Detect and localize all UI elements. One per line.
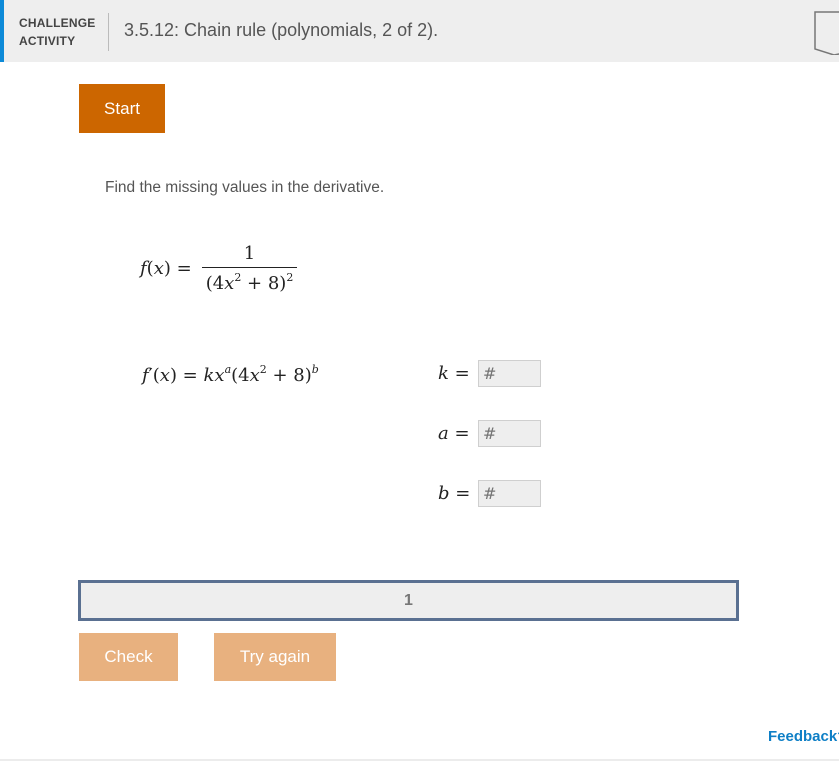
b-input[interactable] xyxy=(478,480,541,507)
exponent-b: b xyxy=(311,363,319,376)
answer-row-b: b = xyxy=(438,480,541,507)
question-prompt: Find the missing values in the derivativ… xyxy=(105,179,385,196)
activity-type-line1: CHALLENGE xyxy=(19,16,96,30)
exponent-a: a xyxy=(224,363,232,376)
k-input[interactable] xyxy=(478,360,541,387)
answer-label-k: k = xyxy=(438,363,470,384)
answer-row-a: a = xyxy=(438,420,541,447)
progress-bar: 1 xyxy=(78,580,739,621)
feedback-link[interactable]: Feedback? xyxy=(768,728,839,745)
derivative-inner-exponent: 2 xyxy=(259,363,267,376)
inner-exponent: 2 xyxy=(234,270,242,284)
activity-type-label: CHALLENGE ACTIVITY xyxy=(19,14,95,50)
header-divider xyxy=(108,13,109,51)
outer-exponent: 2 xyxy=(286,270,294,284)
answer-label-b: b = xyxy=(438,483,471,504)
try-again-button[interactable]: Try again xyxy=(214,633,336,681)
bookmark-icon[interactable] xyxy=(814,11,839,55)
derivative-equation: f′(x) = kxa(4x2 + 8)b xyxy=(142,363,319,386)
fraction-denominator: (4x2 + 8)2 xyxy=(201,266,298,294)
header-accent-bar xyxy=(0,0,4,62)
progress-step-1[interactable]: 1 xyxy=(404,592,413,610)
activity-header: CHALLENGE ACTIVITY 3.5.12: Chain rule (p… xyxy=(0,0,839,62)
start-button[interactable]: Start xyxy=(79,84,165,133)
answer-row-k: k = xyxy=(438,360,541,387)
activity-type-line2: ACTIVITY xyxy=(19,34,76,48)
function-lhs: f(x) = xyxy=(140,257,192,279)
activity-title: 3.5.12: Chain rule (polynomials, 2 of 2)… xyxy=(124,20,439,40)
a-input[interactable] xyxy=(478,420,541,447)
function-fraction: 1 (4x2 + 8)2 xyxy=(201,242,298,294)
function-equation: f(x) = 1 (4x2 + 8)2 xyxy=(140,240,298,296)
check-button[interactable]: Check xyxy=(79,633,178,681)
fraction-numerator: 1 xyxy=(243,242,256,264)
answer-label-a: a = xyxy=(438,423,470,444)
